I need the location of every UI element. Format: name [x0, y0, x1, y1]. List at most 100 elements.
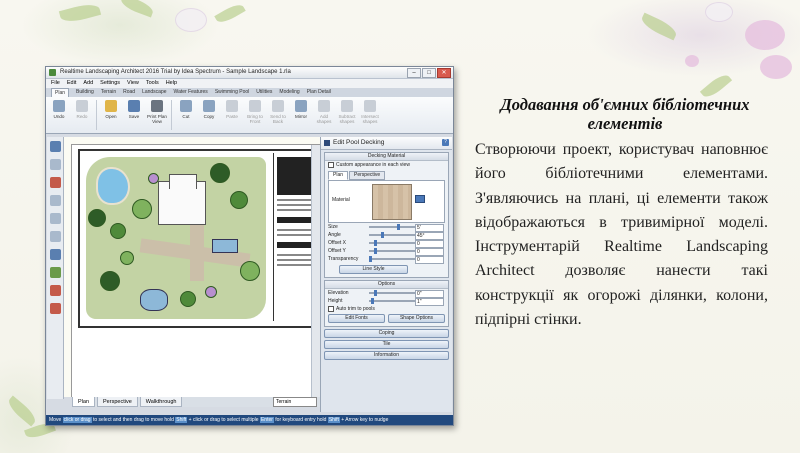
zoom-out-icon[interactable] [49, 231, 61, 242]
ribbon-divider [96, 100, 97, 130]
tab-material-plan[interactable]: Plan [328, 171, 349, 180]
panel-title: Edit Pool Decking [333, 139, 385, 146]
menu-help[interactable]: Help [166, 79, 177, 88]
height-slider[interactable] [369, 298, 415, 304]
measure-icon[interactable] [49, 177, 61, 188]
angle-row: Angle 45° [325, 231, 448, 240]
open-button[interactable]: Open [101, 97, 121, 133]
hand-pan-icon[interactable] [49, 195, 61, 206]
options-group: Options Elevation 0" Height 1" Auto trim t… [324, 280, 449, 327]
offset-y-slider[interactable] [369, 248, 415, 254]
options-header: Options [325, 281, 448, 289]
transparency-value[interactable]: 0 [415, 256, 444, 264]
tab-plan-view[interactable]: Plan [72, 397, 96, 407]
menu-add[interactable]: Add [83, 79, 93, 88]
tab-landscape[interactable]: Landscape [142, 88, 166, 97]
save-button[interactable]: Save [124, 97, 144, 133]
line-style-button[interactable]: Line Style [339, 265, 408, 274]
paste-button[interactable]: Paste [222, 97, 242, 133]
copy-button[interactable]: Copy [199, 97, 219, 133]
custom-appearance-checkbox[interactable]: Custom appearance in each view [325, 161, 448, 169]
redo-button[interactable]: Redo [72, 97, 92, 133]
offset-x-slider[interactable] [369, 240, 415, 246]
intersect-shapes-button[interactable]: Intersect shapes [360, 97, 380, 133]
tab-modeling[interactable]: Modeling [279, 88, 299, 97]
snap-icon[interactable] [49, 285, 61, 296]
folder-icon [105, 100, 117, 112]
slide-paragraph: Створюючи проект, користувач наповнює йо… [475, 141, 768, 329]
transparency-slider[interactable] [369, 256, 415, 262]
intersect-shapes-icon [364, 100, 376, 112]
tab-water-features[interactable]: Water Features [174, 88, 208, 97]
elevation-slider[interactable] [369, 290, 415, 296]
cut-button[interactable]: Cut [176, 97, 196, 133]
flower-decoration [705, 2, 733, 22]
shape-options-button[interactable]: Shape Options [388, 314, 445, 323]
tree [132, 199, 152, 219]
print-plan-view-button[interactable]: Print Plan View [147, 97, 167, 133]
minimize-icon[interactable]: – [407, 68, 421, 78]
terrain-select[interactable]: Terrain [273, 397, 317, 407]
tab-material-perspective[interactable]: Perspective [349, 171, 386, 180]
tree [100, 271, 120, 291]
tree [110, 223, 126, 239]
landscape-plan-drawing [78, 149, 318, 328]
subtract-shapes-button[interactable]: Subtract shapes [337, 97, 357, 133]
left-toolbar [47, 137, 64, 399]
size-slider[interactable] [369, 224, 415, 230]
redo-icon [76, 100, 88, 112]
zoom-extents-icon[interactable] [49, 249, 61, 260]
tab-walkthrough-view[interactable]: Walkthrough [139, 397, 183, 407]
subtract-shapes-icon [341, 100, 353, 112]
window-titlebar: Realtime Landscaping Architect 2016 Tria… [46, 67, 453, 79]
material-dropdown-icon[interactable] [415, 195, 425, 203]
undo-button[interactable]: Undo [49, 97, 69, 133]
house-footprint [158, 174, 206, 225]
tab-road[interactable]: Road [123, 88, 135, 97]
status-bar: Move click or drag to select and then dr… [46, 415, 453, 425]
material-swatch[interactable] [372, 184, 412, 220]
grid-icon[interactable] [49, 267, 61, 278]
menu-bar: File Edit Add Settings View Tools Help [46, 79, 453, 88]
tab-swimming-pool[interactable]: Swimming Pool [215, 88, 249, 97]
offset-y-row: Offset Y0 [325, 247, 448, 256]
decking-material-header: Decking Material [325, 153, 448, 161]
add-shapes-button[interactable]: Add shapes [314, 97, 334, 133]
auto-trim-checkbox[interactable]: Auto trim to pools [325, 305, 448, 313]
tab-perspective-view[interactable]: Perspective [97, 397, 138, 407]
copy-icon [203, 100, 215, 112]
tab-terrain[interactable]: Terrain [101, 88, 116, 97]
send-back-icon [272, 100, 284, 112]
menu-view[interactable]: View [127, 79, 139, 88]
menu-file[interactable]: File [51, 79, 60, 88]
shrub [205, 286, 217, 298]
bring-to-front-button[interactable]: Bring to Front [245, 97, 265, 133]
send-to-back-button[interactable]: Send to Back [268, 97, 288, 133]
menu-settings[interactable]: Settings [100, 79, 120, 88]
rotate-icon[interactable] [49, 159, 61, 170]
information-button[interactable]: Information [324, 351, 449, 360]
tile-button[interactable]: Tile [324, 340, 449, 349]
tab-plan[interactable]: Plan [51, 88, 70, 97]
slide-heading: Додавання об'ємних бібліотечних елементі… [500, 95, 750, 133]
maximize-icon[interactable]: □ [422, 68, 436, 78]
plan-canvas[interactable] [72, 145, 318, 397]
edit-fonts-button[interactable]: Edit Fonts [328, 314, 385, 323]
tab-plan-detail[interactable]: Plan Detail [307, 88, 331, 97]
ribbon-divider [171, 100, 172, 130]
layers-icon[interactable] [49, 303, 61, 314]
app-window-screenshot: Realtime Landscaping Architect 2016 Tria… [45, 66, 454, 426]
menu-tools[interactable]: Tools [146, 79, 159, 88]
tab-utilities[interactable]: Utilities [256, 88, 272, 97]
help-icon[interactable]: ? [442, 139, 449, 146]
tab-building[interactable]: Building [76, 88, 94, 97]
close-icon[interactable]: ✕ [437, 68, 451, 78]
zoom-in-icon[interactable] [49, 213, 61, 224]
coping-button[interactable]: Coping [324, 329, 449, 338]
angle-slider[interactable] [369, 232, 415, 238]
mirror-button[interactable]: Mirror [291, 97, 311, 133]
paste-icon [226, 100, 238, 112]
menu-edit[interactable]: Edit [67, 79, 76, 88]
select-arrow-icon[interactable] [49, 141, 61, 152]
canvas-vertical-scrollbar[interactable] [311, 145, 320, 397]
